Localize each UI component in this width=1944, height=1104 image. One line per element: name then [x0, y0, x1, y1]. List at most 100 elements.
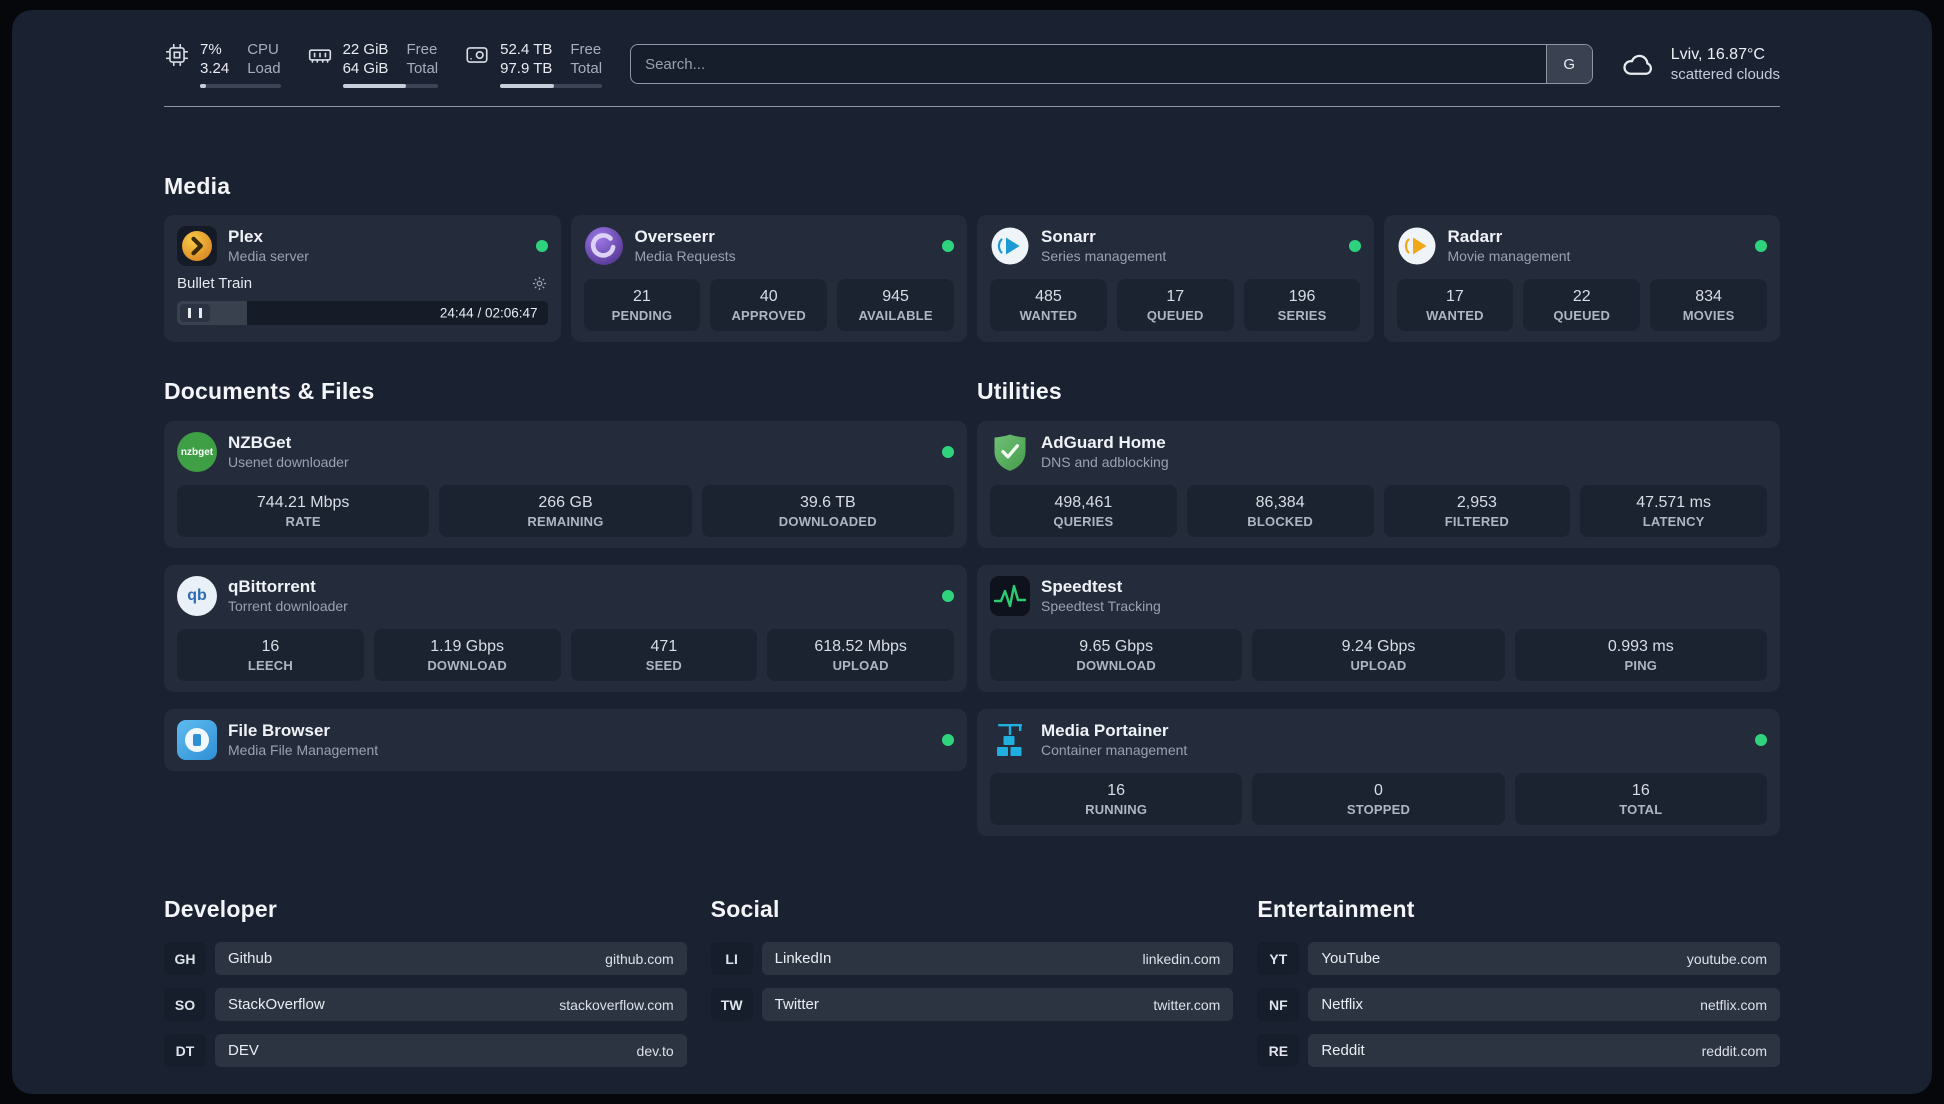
sonarr-stat-series: 196 SERIES — [1243, 279, 1361, 331]
stat-value: 17 — [1166, 288, 1185, 305]
plex-name: Plex — [228, 227, 263, 246]
pause-button[interactable] — [180, 304, 210, 322]
bookmark-name: LinkedIn — [774, 950, 832, 967]
overseerr-subtitle: Media Requests — [634, 248, 736, 264]
bookmark-name: Twitter — [774, 996, 819, 1013]
bookmark-github[interactable]: GH Github github.com — [164, 942, 687, 975]
stat-value: 2,953 — [1456, 494, 1497, 511]
cpu-load-label: Load — [247, 60, 281, 77]
stat-label: AVAILABLE — [858, 308, 933, 323]
overseerr-card[interactable]: Overseerr Media Requests 21 PENDING 40 A… — [570, 215, 967, 342]
nzbget-card[interactable]: nzbget NZBGet Usenet downloader 744.21 M… — [164, 421, 967, 548]
portainer-stat-stopped: 0 STOPPED — [1252, 773, 1505, 825]
weather-location: Lviv, 16.87°C — [1670, 45, 1765, 63]
disk-total-value: 97.9 TB — [500, 60, 553, 77]
social-section: Social LI LinkedIn linkedin.com TW Twitt… — [710, 896, 1234, 1021]
nzbget-stat-rate: 744.21 Mbps RATE — [177, 485, 430, 537]
stat-value: 834 — [1695, 288, 1722, 305]
qbittorrent-stat-seed: 471 SEED — [570, 629, 758, 681]
bookmark-dev[interactable]: DT DEV dev.to — [164, 1034, 687, 1067]
adguard-stat-blocked: 86,384 BLOCKED — [1186, 485, 1374, 537]
bookmark-url: linkedin.com — [1142, 950, 1221, 967]
qbittorrent-subtitle: Torrent downloader — [228, 598, 348, 614]
bookmark-netflix[interactable]: NF Netflix netflix.com — [1257, 988, 1780, 1021]
adguard-stat-filtered: 2,953 FILTERED — [1383, 485, 1571, 537]
sonarr-icon — [990, 226, 1030, 266]
stat-value: 16 — [1631, 782, 1650, 799]
utilities-section: Utilities AdGuard Home DNS and adblockin… — [977, 378, 1780, 836]
adguard-subtitle: DNS and adblocking — [1041, 454, 1169, 470]
weather-widget: Lviv, 16.87°C scattered clouds — [1621, 46, 1780, 83]
entertainment-section: Entertainment YT YouTube youtube.com NF … — [1257, 896, 1780, 1067]
adguard-card[interactable]: AdGuard Home DNS and adblocking 498,461 … — [977, 421, 1780, 548]
plex-card[interactable]: Plex Media server Bullet Train 24:44 / 0… — [164, 215, 561, 342]
bookmark-stackoverflow[interactable]: SO StackOverflow stackoverflow.com — [164, 988, 687, 1021]
qbittorrent-card[interactable]: qb qBittorrent Torrent downloader 16 LEE… — [164, 565, 967, 692]
speedtest-subtitle: Speedtest Tracking — [1041, 598, 1161, 614]
bookmark-abbr: NF — [1257, 988, 1300, 1021]
filebrowser-card[interactable]: File Browser Media File Management — [164, 709, 967, 771]
qbittorrent-stat-leech: 16 LEECH — [177, 629, 364, 681]
bookmark-url: stackoverflow.com — [559, 996, 674, 1013]
qbittorrent-icon-text: qb — [187, 587, 207, 604]
stat-label: LEECH — [247, 658, 293, 673]
qbittorrent-status-dot — [942, 590, 954, 602]
stat-label: PING — [1624, 658, 1658, 673]
stat-value: 22 — [1572, 288, 1591, 305]
playback-progress-bar[interactable]: 24:44 / 02:06:47 — [177, 301, 548, 325]
portainer-card[interactable]: Media Portainer Container management 16 … — [977, 709, 1780, 836]
radarr-subtitle: Movie management — [1447, 248, 1571, 264]
bookmark-abbr: YT — [1257, 942, 1300, 975]
bookmark-url: reddit.com — [1701, 1042, 1767, 1059]
radarr-card[interactable]: Radarr Movie management 17 WANTED 22 QUE… — [1383, 215, 1780, 342]
ram-total-label: Total — [406, 60, 439, 77]
stat-label: DOWNLOAD — [427, 658, 507, 673]
portainer-stat-total: 16 TOTAL — [1514, 773, 1767, 825]
speedtest-stat-ping: 0.993 ms PING — [1514, 629, 1767, 681]
documents-section-title: Documents & Files — [164, 378, 375, 404]
stat-value: 39.6 TB — [799, 494, 856, 511]
overseerr-stat-available: 945 AVAILABLE — [837, 279, 954, 331]
stat-value: 40 — [759, 288, 778, 305]
topbar-divider — [164, 106, 1780, 107]
bookmark-twitter[interactable]: TW Twitter twitter.com — [710, 988, 1234, 1021]
disk-total-label: Total — [570, 60, 603, 77]
nzbget-name: NZBGet — [228, 433, 292, 452]
speedtest-stat-download: 9.65 Gbps DOWNLOAD — [990, 629, 1243, 681]
stat-label: BLOCKED — [1247, 514, 1313, 529]
player-settings-icon[interactable] — [531, 275, 548, 292]
search-input[interactable] — [631, 45, 1546, 83]
speedtest-name: Speedtest — [1041, 577, 1123, 596]
qbittorrent-name: qBittorrent — [228, 577, 316, 596]
stat-value: 945 — [882, 288, 909, 305]
sonarr-card[interactable]: Sonarr Series management 485 WANTED 17 Q… — [977, 215, 1374, 342]
sonarr-stat-wanted: 485 WANTED — [990, 279, 1107, 331]
adguard-stat-queries: 498,461 QUERIES — [990, 485, 1177, 537]
bookmark-abbr: LI — [710, 942, 753, 975]
bookmark-youtube[interactable]: YT YouTube youtube.com — [1257, 942, 1780, 975]
bookmark-name: YouTube — [1321, 950, 1381, 967]
speedtest-stat-upload: 9.24 Gbps UPLOAD — [1252, 629, 1505, 681]
filebrowser-subtitle: Media File Management — [228, 742, 379, 758]
radarr-stat-movies: 834 MOVIES — [1650, 279, 1767, 331]
nzbget-icon-text: nzbget — [180, 446, 214, 458]
stat-label: DOWNLOAD — [1076, 658, 1156, 673]
bookmark-linkedin[interactable]: LI LinkedIn linkedin.com — [710, 942, 1234, 975]
search-engine-button[interactable]: G — [1545, 45, 1592, 83]
overseerr-status-dot — [942, 240, 954, 252]
qbittorrent-stat-download: 1.19 Gbps DOWNLOAD — [373, 629, 561, 681]
bookmark-url: youtube.com — [1686, 950, 1767, 967]
plex-icon — [177, 226, 217, 266]
now-playing-title: Bullet Train — [177, 275, 253, 292]
cpu-load-value: 3.24 — [200, 60, 230, 77]
sonarr-stat-queued: 17 QUEUED — [1116, 279, 1234, 331]
stat-value: 16 — [1107, 782, 1126, 799]
stat-value: 47.571 ms — [1636, 494, 1711, 511]
speedtest-card[interactable]: Speedtest Speedtest Tracking 9.65 Gbps D… — [977, 565, 1780, 692]
stat-label: STOPPED — [1346, 802, 1411, 817]
pause-icon — [188, 308, 202, 318]
filebrowser-name: File Browser — [228, 721, 331, 740]
bookmark-reddit[interactable]: RE Reddit reddit.com — [1257, 1034, 1780, 1067]
ram-free-value: 22 GiB — [342, 41, 389, 58]
ram-free-label: Free — [406, 41, 438, 58]
